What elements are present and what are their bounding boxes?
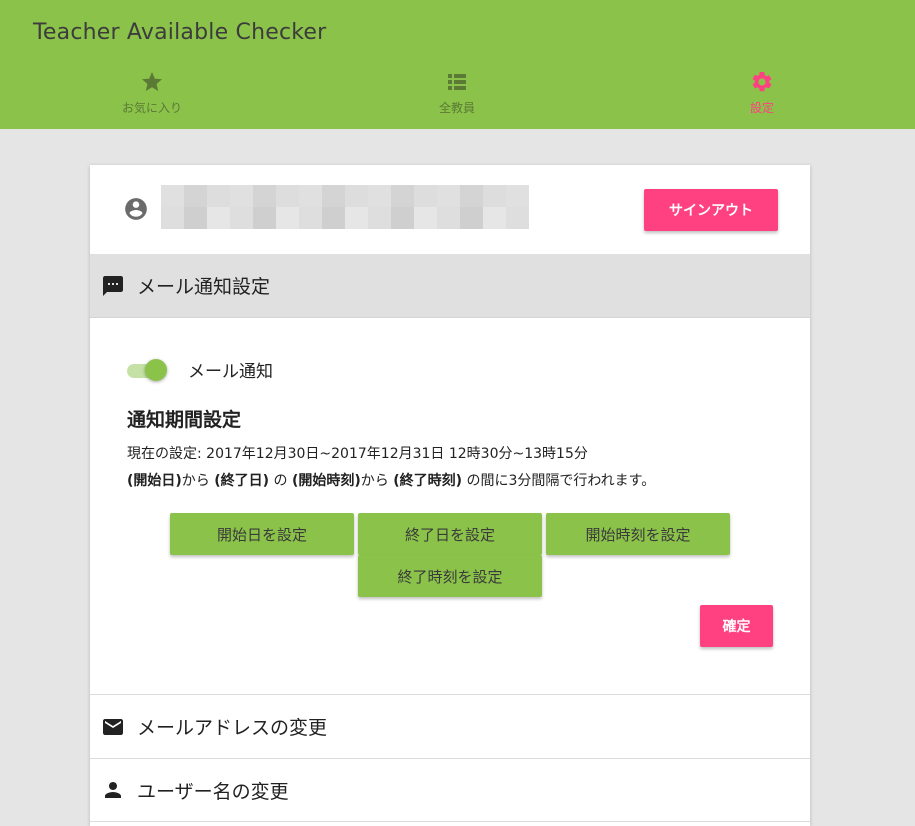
mail-notification-header[interactable]: メール通知設定: [90, 254, 810, 318]
account-row: サインアウト: [90, 165, 810, 254]
tab-settings[interactable]: 設定: [692, 70, 832, 116]
tab-all-teachers[interactable]: 全教員: [387, 70, 527, 116]
period-description: (開始日)から (終了日) の (開始時刻)から (終了時刻) の間に3分間隔で…: [127, 470, 655, 490]
username-change-title: ユーザー名の変更: [137, 780, 289, 803]
desc-from-2: から: [360, 473, 394, 489]
set-start-date-button[interactable]: 開始日を設定: [170, 513, 354, 555]
chat-icon: [103, 275, 123, 296]
star-icon: [142, 72, 162, 91]
user-name-redacted: [161, 185, 529, 229]
email-change-header[interactable]: メールアドレスの変更: [90, 694, 810, 758]
desc-start-date: (開始日): [127, 473, 182, 489]
set-end-date-button[interactable]: 終了日を設定: [358, 513, 542, 555]
signout-button[interactable]: サインアウト: [644, 189, 778, 231]
toggle-thumb: [145, 359, 167, 381]
set-start-time-button[interactable]: 開始時刻を設定: [546, 513, 730, 555]
mail-notification-title: メール通知設定: [137, 276, 271, 298]
period-settings-title: 通知期間設定: [127, 409, 242, 431]
tab-all-teachers-label: 全教員: [438, 101, 475, 115]
current-setting-text: 現在の設定: 2017年12月30日~2017年12月31日 12時30分~13…: [127, 446, 588, 462]
desc-tail: の間に3分間隔で行われます。: [462, 473, 656, 489]
mail-icon: [103, 718, 123, 735]
bottom-tabs: お気に入り 全教員 設定: [0, 70, 915, 125]
desc-start-time: (開始時刻): [291, 473, 361, 489]
desc-end-time: (終了時刻): [393, 473, 462, 489]
confirm-button[interactable]: 確定: [700, 605, 773, 647]
gear-icon: [752, 71, 772, 92]
settings-card: サインアウト メール通知設定 メール通知 通知期間設定 現在の設定: 2017年…: [90, 165, 810, 826]
tab-favorites[interactable]: お気に入り: [82, 70, 222, 116]
username-change-header[interactable]: ユーザー名の変更: [90, 758, 810, 822]
account-circle-icon: [125, 198, 147, 220]
tab-favorites-label: お気に入り: [121, 101, 182, 115]
tab-settings-label: 設定: [749, 101, 774, 115]
desc-end-date: (終了日): [214, 473, 270, 489]
list-icon: [448, 74, 466, 90]
mail-notification-toggle-label: メール通知: [188, 362, 273, 382]
desc-no: の: [269, 473, 292, 489]
person-icon: [105, 782, 121, 798]
set-end-time-button[interactable]: 終了時刻を設定: [358, 555, 542, 597]
mail-notification-toggle[interactable]: [127, 358, 169, 382]
app-bar: Teacher Available Checker お気に入り 全教員 設定: [0, 0, 915, 129]
desc-from-1: から: [181, 473, 215, 489]
app-title: Teacher Available Checker: [33, 20, 327, 45]
email-change-title: メールアドレスの変更: [137, 717, 328, 739]
